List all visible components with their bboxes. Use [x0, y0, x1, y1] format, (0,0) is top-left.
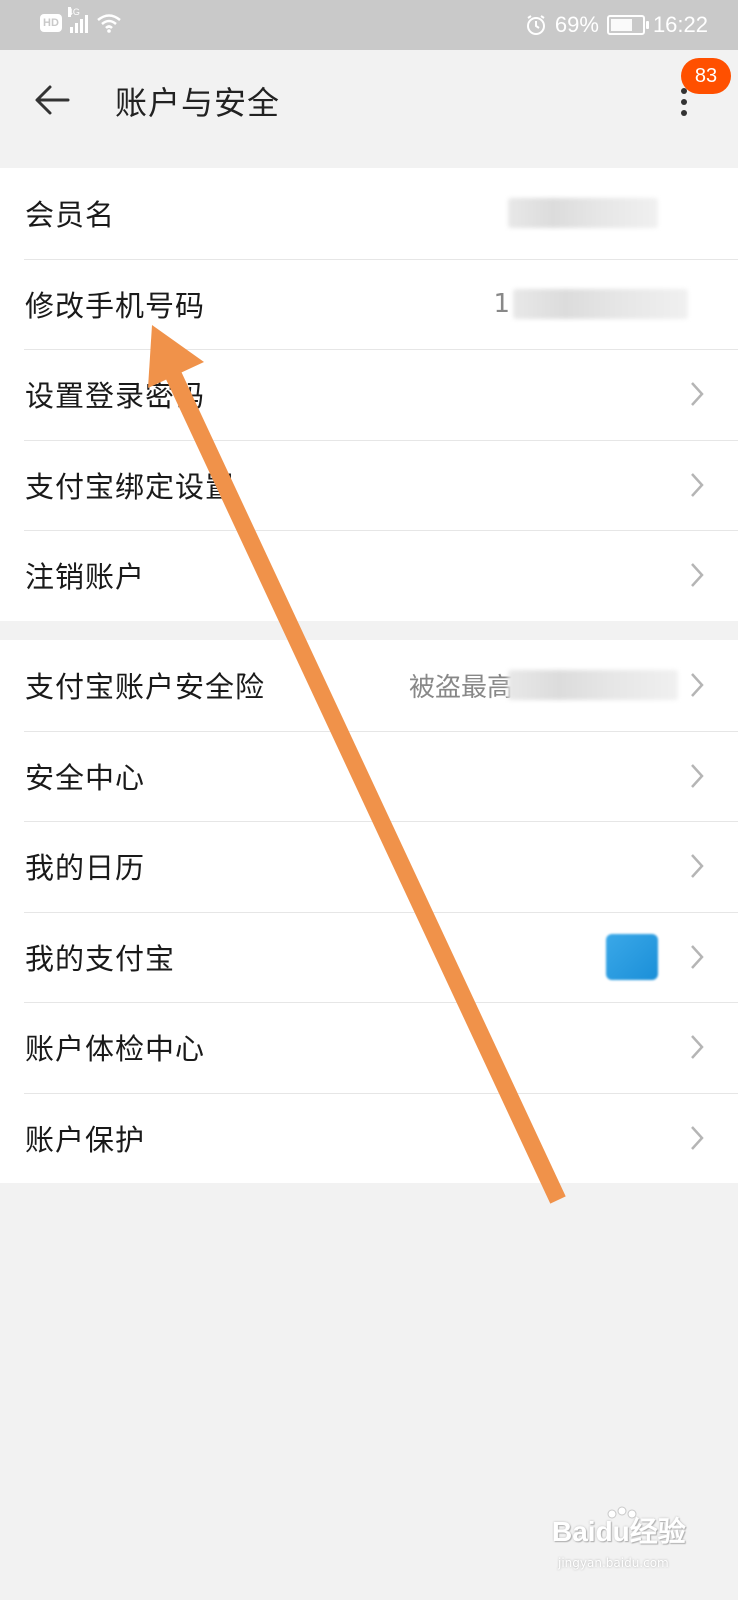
battery-icon — [606, 15, 649, 35]
redacted-value — [508, 198, 658, 229]
row-account-protection[interactable]: 账户保护 — [0, 1092, 738, 1184]
chevron-right-icon — [691, 1035, 704, 1060]
row-label: 我的日历 — [25, 851, 146, 886]
status-right: 69% 16:22 — [525, 12, 708, 38]
alarm-icon — [526, 15, 545, 35]
row-value: 1 — [493, 288, 510, 319]
row-label: 账户保护 — [25, 1122, 146, 1157]
row-alipay-binding[interactable]: 支付宝绑定设置 — [0, 439, 738, 531]
row-label: 注销账户 — [25, 560, 146, 595]
row-value: 被盗最高 — [408, 672, 513, 703]
chevron-right-icon — [691, 472, 704, 497]
watermark-brand: Baidu经验 — [552, 1516, 686, 1547]
battery-fill — [610, 19, 632, 31]
app-bar: 账户与安全 — [0, 50, 738, 148]
chevron-right-icon — [691, 1125, 704, 1150]
redacted-value — [508, 670, 678, 701]
row-alipay-insurance[interactable]: 支付宝账户安全险 被盗最高 — [0, 640, 738, 731]
row-member-name[interactable]: 会员名 — [0, 168, 738, 259]
chevron-right-icon — [691, 673, 704, 698]
row-label: 我的支付宝 — [25, 941, 176, 976]
security-services-group: 支付宝账户安全险 被盗最高 安全中心 我的日历 我的支付宝 账户体检中心 账户保… — [0, 640, 738, 1183]
row-label: 修改手机号码 — [25, 288, 206, 323]
row-security-center[interactable]: 安全中心 — [0, 730, 738, 822]
clock: 16:22 — [652, 12, 708, 37]
more-vertical-icon[interactable] — [672, 88, 696, 128]
row-account-checkup[interactable]: 账户体检中心 — [0, 1002, 738, 1093]
alipay-icon — [606, 933, 658, 980]
row-label: 账户体检中心 — [25, 1032, 206, 1067]
row-my-calendar[interactable]: 我的日历 — [0, 821, 738, 912]
chevron-right-icon — [691, 763, 704, 788]
row-cancel-account[interactable]: 注销账户 — [0, 530, 738, 621]
row-label: 支付宝账户安全险 — [25, 670, 266, 705]
signal-icon: 4G — [67, 7, 88, 33]
chevron-right-icon — [691, 563, 704, 588]
row-label: 安全中心 — [25, 760, 146, 795]
chevron-right-icon — [691, 854, 704, 879]
row-label: 会员名 — [25, 198, 116, 233]
hd-icon: HD — [40, 14, 62, 32]
network-type: 4G — [67, 7, 80, 17]
chevron-right-icon — [691, 382, 704, 407]
status-bar: HD 4G 69% 16:22 — [0, 0, 738, 50]
row-login-password[interactable]: 设置登录密码 — [0, 349, 738, 440]
redacted-value — [513, 288, 688, 319]
account-settings-group: 会员名 修改手机号码 1 设置登录密码 支付宝绑定设置 注销账户 — [0, 168, 738, 621]
page-title: 账户与安全 — [115, 84, 281, 122]
row-label: 设置登录密码 — [25, 379, 206, 414]
battery-percent: 69% — [554, 12, 599, 37]
status-left: HD 4G — [40, 7, 122, 34]
chevron-right-icon — [691, 944, 704, 969]
row-my-alipay[interactable]: 我的支付宝 — [0, 911, 738, 1003]
back-arrow-icon[interactable] — [30, 78, 74, 122]
notification-badge[interactable]: 83 — [681, 58, 731, 94]
row-label: 支付宝绑定设置 — [25, 469, 236, 504]
watermark-url: jingyan.baidu.com — [558, 1556, 669, 1570]
wifi-icon — [97, 14, 121, 33]
row-change-phone[interactable]: 修改手机号码 1 — [0, 258, 738, 350]
